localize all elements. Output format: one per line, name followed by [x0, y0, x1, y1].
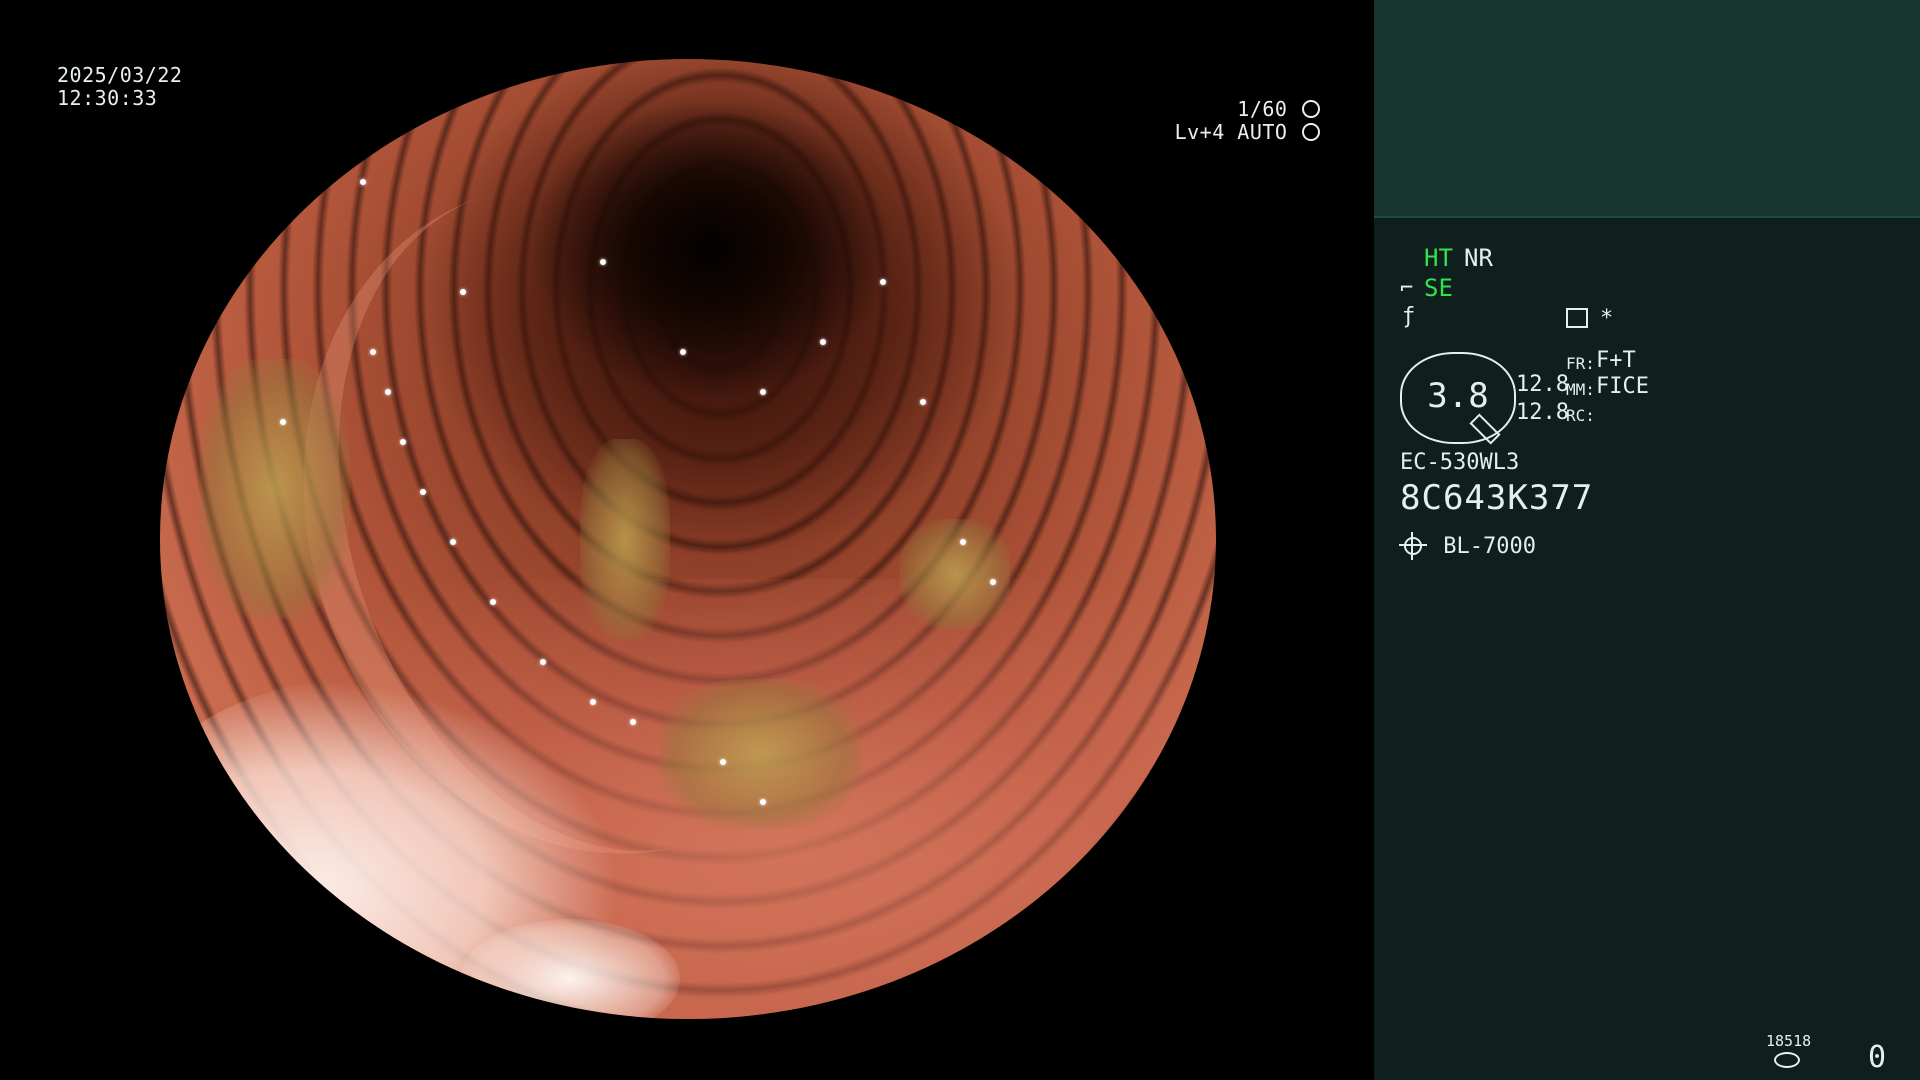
patient-info-area — [1374, 0, 1920, 218]
bubble — [370, 349, 376, 355]
star-marker: * — [1600, 306, 1614, 331]
date-text: 2025/03/22 — [57, 63, 183, 87]
endoscopic-image — [160, 59, 1216, 1019]
gauge: 3.8 — [1400, 352, 1516, 445]
time-text: 12:30:33 — [57, 86, 158, 110]
light-source: BL-7000 — [1399, 532, 1536, 560]
counter-text: 18518 — [1766, 1032, 1812, 1050]
bubble — [490, 599, 496, 605]
bubble — [360, 179, 366, 185]
mm-value: FICE — [1596, 374, 1649, 399]
scope-model: EC-530WL3 — [1400, 450, 1520, 475]
rc-label: RC: — [1566, 406, 1595, 425]
value-bottom: 12.8 — [1516, 400, 1569, 425]
debris-patch — [900, 519, 1010, 629]
bubble — [880, 279, 886, 285]
bubble — [760, 799, 766, 805]
menu-icon — [1566, 308, 1588, 328]
disk-icon — [1774, 1052, 1800, 1068]
bubble — [280, 419, 286, 425]
scope-serial: 8C643K377 — [1400, 478, 1594, 518]
bubble — [600, 259, 606, 265]
debris-patch — [660, 679, 860, 829]
debris-patch — [200, 359, 350, 619]
fr-value: F+T — [1596, 348, 1636, 373]
bubble — [400, 439, 406, 445]
bubble — [450, 539, 456, 545]
count-zero: 0 — [1868, 1040, 1887, 1075]
bubble — [680, 349, 686, 355]
debris-patch — [580, 439, 670, 639]
bubble — [630, 719, 636, 725]
se-label: SE — [1424, 274, 1453, 302]
fr-label: FR: — [1566, 354, 1595, 373]
bubble — [920, 399, 926, 405]
ht-label: HT — [1424, 244, 1453, 272]
shutter-text: 1/60 — [1237, 97, 1288, 121]
bubble — [385, 389, 391, 395]
light-source-text: BL-7000 — [1443, 534, 1536, 559]
bubble — [990, 579, 996, 585]
bubble — [960, 539, 966, 545]
function-icon: ƒ — [1402, 304, 1416, 329]
endoscope-viewport: 2025/03/22 12:30:33 1/60 Lv+4 AUTO — [0, 0, 1374, 1080]
bubble — [540, 659, 546, 665]
level-mode-text: Lv+4 AUTO — [1174, 120, 1288, 144]
datetime-readout: 2025/03/22 12:30:33 — [57, 64, 182, 110]
sun-icon — [1399, 532, 1427, 560]
bubble — [760, 389, 766, 395]
bubble — [460, 289, 466, 295]
exposure-readout: 1/60 Lv+4 AUTO — [1175, 98, 1320, 144]
bubble — [820, 339, 826, 345]
nr-label: NR — [1464, 244, 1493, 272]
bubble — [420, 489, 426, 495]
endoscope-icon: ⌐ — [1400, 276, 1414, 301]
gauge-value: 3.8 — [1427, 376, 1489, 416]
mm-label: MM: — [1566, 380, 1595, 399]
value-top: 12.8 — [1516, 372, 1569, 397]
bubble — [720, 759, 726, 765]
ring-icon — [1302, 123, 1320, 141]
aperture-icon — [1302, 100, 1320, 118]
bubble — [590, 699, 596, 705]
